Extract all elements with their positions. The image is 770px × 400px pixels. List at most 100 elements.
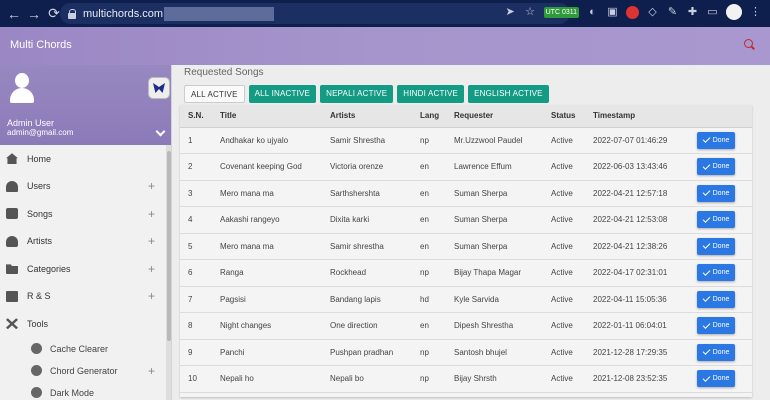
plus-icon[interactable]: +	[148, 289, 155, 303]
chevron-down-icon[interactable]	[155, 126, 166, 137]
forward-arrow-icon[interactable]: →	[24, 6, 44, 22]
cell-sn: 6	[180, 259, 212, 287]
menu-dots-icon[interactable]: ⋮	[749, 6, 762, 19]
cell-lang: hd	[412, 286, 446, 313]
sidebar-item-home[interactable]: Home	[0, 145, 171, 173]
cell-timestamp: 2021-12-08 23:52:35	[585, 365, 689, 393]
cell-status: Active	[543, 286, 585, 313]
column-header[interactable]: Artists	[322, 105, 412, 128]
puzzle-icon[interactable]: ✚	[686, 6, 699, 19]
done-button[interactable]: Done	[697, 131, 735, 149]
check-icon	[702, 320, 711, 329]
tab-all-active[interactable]: ALL ACTIVE	[184, 85, 245, 103]
sidebar-subitem-dark-mode[interactable]: Dark Mode	[0, 382, 171, 400]
done-button[interactable]: Done	[697, 184, 735, 202]
plus-icon[interactable]: +	[148, 234, 155, 248]
sidebar-item-label: Artists	[27, 236, 53, 247]
redacted-url-path	[164, 6, 275, 21]
cell-timestamp: 2022-04-21 12:38:26	[585, 233, 689, 260]
sidebar-item-tools[interactable]: Tools	[0, 310, 171, 338]
cell-title: Aakashi rangeyo	[212, 206, 322, 234]
check-icon	[702, 267, 711, 276]
chord-icon	[31, 365, 42, 376]
songs-icon	[6, 208, 18, 220]
edit-icon[interactable]: ✎	[666, 6, 679, 19]
admin-email: admin@gmail.com	[7, 128, 74, 137]
cell-title: Ranga	[212, 259, 322, 287]
send-icon[interactable]: ➤	[504, 6, 517, 19]
tools-icon	[6, 318, 18, 330]
table-row: 3 Mero mana ma Sarthshershta en Suman Sherpa…	[180, 180, 752, 207]
tab-hindi-active[interactable]: HINDI ACTIVE	[397, 85, 465, 103]
extension-icon-2[interactable]: ◇	[646, 6, 659, 19]
done-button-label: Done	[712, 189, 730, 197]
sidebar-item-songs[interactable]: Songs +	[0, 200, 171, 228]
tab-english-active[interactable]: ENGLISH ACTIVE	[468, 85, 549, 103]
users-icon	[6, 180, 18, 192]
column-header[interactable]: S.N.	[180, 105, 212, 128]
done-button-label: Done	[712, 136, 730, 144]
adblock-icon[interactable]: ▣	[606, 6, 619, 19]
sidebar: Admin User admin@gmail.com Home Users + …	[0, 65, 172, 400]
column-header[interactable]: Timestamp	[585, 105, 689, 128]
cell-sn: 9	[180, 339, 212, 366]
extensions-area: ➤ ☆ UTC 0311 ◐ ▣ ◇ ✎ ✚ ▭ ⋮	[504, 4, 762, 20]
column-header[interactable]: Status	[543, 105, 585, 128]
brand-logo	[148, 77, 170, 99]
done-button[interactable]: Done	[697, 370, 735, 388]
window-icon[interactable]: ▭	[706, 6, 719, 19]
plus-icon[interactable]: +	[148, 179, 155, 193]
cache-icon	[31, 343, 42, 354]
done-button[interactable]: Done	[697, 290, 735, 308]
cell-timestamp: 2022-04-17 02:31:01	[585, 259, 689, 287]
sidebar-item-users[interactable]: Users +	[0, 173, 171, 201]
cell-sn: 5	[180, 233, 212, 260]
column-header[interactable]: Title	[212, 105, 322, 128]
cell-artists: Nepali bo	[322, 365, 412, 393]
done-button[interactable]: Done	[697, 237, 735, 255]
cell-title: Covenant keeping God	[212, 153, 322, 181]
back-arrow-icon[interactable]: ←	[4, 6, 24, 22]
cell-artists: Dixita karki	[322, 206, 412, 234]
cell-action: Done	[689, 233, 752, 260]
done-button-label: Done	[712, 269, 730, 277]
check-icon	[702, 347, 711, 356]
done-button[interactable]: Done	[697, 211, 735, 229]
done-button[interactable]: Done	[697, 343, 735, 361]
requests-table: S.N. Title Artists Lang Requester Status…	[180, 105, 752, 393]
sidebar-subitem-chord-generator[interactable]: Chord Generator +	[0, 360, 171, 382]
cell-artists: Samir shrestha	[322, 233, 412, 260]
tab-nepali-active[interactable]: NEPALI ACTIVE	[320, 85, 394, 103]
red-extension-icon[interactable]	[626, 5, 639, 19]
sidebar-item-rs[interactable]: R & S +	[0, 283, 171, 311]
column-header[interactable]: Lang	[412, 105, 446, 128]
sidebar-item-categories[interactable]: Categories +	[0, 255, 171, 283]
star-icon[interactable]: ☆	[524, 6, 537, 19]
table-row: 10 Nepali ho Nepali bo np Bijay Shrsth Active…	[180, 365, 752, 393]
extension-icon[interactable]: ◐	[586, 6, 599, 19]
tab-all-inactive[interactable]: ALL INACTIVE	[248, 85, 317, 103]
extension-badge[interactable]: UTC 0311	[543, 6, 579, 18]
done-button[interactable]: Done	[697, 317, 735, 335]
address-bar[interactable]: multichords.com	[60, 3, 570, 24]
done-button-label: Done	[712, 322, 730, 330]
cell-title: Panchi	[212, 339, 322, 366]
profile-avatar[interactable]	[726, 4, 742, 20]
done-button[interactable]: Done	[697, 264, 735, 282]
plus-icon[interactable]: +	[148, 262, 155, 276]
done-button[interactable]: Done	[697, 158, 735, 176]
cell-requester: Bijay Thapa Magar	[446, 259, 543, 287]
sidebar-subitem-cache-clearer[interactable]: Cache Clearer	[0, 338, 171, 360]
cell-lang: np	[412, 339, 446, 366]
cell-sn: 1	[180, 127, 212, 154]
cell-title: Nepali ho	[212, 365, 322, 393]
column-header[interactable]: Requester	[446, 105, 543, 128]
search-icon[interactable]	[744, 39, 756, 51]
plus-icon[interactable]: +	[148, 207, 155, 221]
requests-table-card: S.N. Title Artists Lang Requester Status…	[180, 105, 752, 397]
artists-icon	[6, 235, 18, 247]
plus-icon[interactable]: +	[148, 364, 155, 378]
sidebar-item-artists[interactable]: Artists +	[0, 228, 171, 256]
check-icon	[702, 373, 711, 382]
cell-lang: np	[412, 365, 446, 393]
